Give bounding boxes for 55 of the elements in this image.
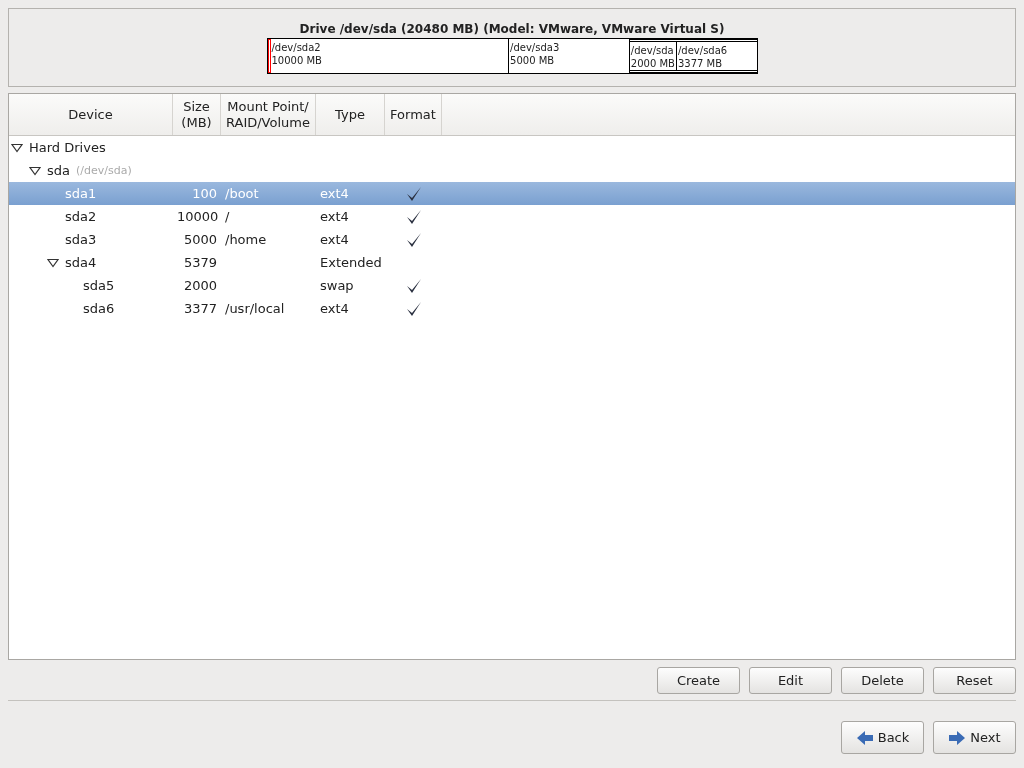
column-header[interactable]: Format	[385, 94, 442, 135]
type-cell: ext4	[320, 232, 349, 247]
right-arrow-icon	[948, 729, 967, 746]
tree-row[interactable]: sda2 10000 / ext4	[9, 205, 1015, 228]
tree-row[interactable]: sda6 3377 /usr/local ext4	[9, 297, 1015, 320]
device-name: sda3	[65, 232, 97, 247]
size-cell: 10000	[177, 209, 219, 224]
tree-row[interactable]: sda4 5379 Extended	[9, 251, 1015, 274]
expander-down-icon[interactable]	[47, 257, 59, 268]
left-arrow-icon	[855, 729, 874, 746]
tree-row[interactable]: sda5 2000 swap	[9, 274, 1015, 297]
tree-row[interactable]: Hard Drives	[9, 136, 1015, 159]
size-cell: 5379	[183, 255, 217, 270]
drive-title: Drive /dev/sda (20480 MB) (Model: VMware, VMware Virtual S)	[299, 21, 725, 36]
type-cell: Extended	[320, 255, 382, 270]
expander-down-icon[interactable]	[29, 165, 41, 176]
action-button[interactable]: Reset	[933, 667, 1016, 694]
partition-segment[interactable]: /dev/sda6 3377 MB	[676, 41, 757, 70]
mount-point-cell: /	[225, 209, 230, 224]
device-name: sda2	[65, 209, 97, 224]
column-header[interactable]: Mount Point/ RAID/Volume	[221, 94, 316, 135]
type-cell: ext4	[320, 209, 349, 224]
device-name: sda5	[83, 278, 115, 293]
device-name: sda4	[65, 255, 97, 270]
partition-segment[interactable]: /dev/sda2 10000 MB	[270, 38, 510, 73]
type-cell: ext4	[320, 186, 349, 201]
type-cell: swap	[320, 278, 354, 293]
partition-segment[interactable]: /dev/sda3 5000 MB	[509, 38, 630, 73]
column-header[interactable]: Size (MB)	[173, 94, 221, 135]
size-cell: 3377	[183, 301, 217, 316]
action-button[interactable]: Delete	[841, 667, 924, 694]
partition-segment[interactable]: /dev/sda 2000 MB	[629, 41, 677, 70]
device-name: sda	[47, 163, 70, 178]
mount-point-cell: /boot	[225, 186, 259, 201]
type-cell: ext4	[320, 301, 349, 316]
size-cell: 2000	[183, 278, 217, 293]
column-header[interactable]: Device	[9, 94, 173, 135]
size-cell: 100	[192, 186, 217, 201]
mount-point-cell: /usr/local	[225, 301, 285, 316]
column-header[interactable]: Type	[316, 94, 385, 135]
tree-row[interactable]: sda3 5000 /home ext4	[9, 228, 1015, 251]
device-name: sda1	[65, 186, 97, 201]
extended-partition-segment[interactable]: /dev/sda 2000 MB /dev/sda6 3377 MB	[629, 38, 757, 73]
device-name: sda6	[83, 301, 115, 316]
partition-segment[interactable]	[267, 38, 271, 73]
device-path: (/dev/sda)	[76, 164, 132, 177]
next-button[interactable]: Next	[933, 721, 1016, 754]
back-button[interactable]: Back	[841, 721, 924, 754]
mount-point-cell: /home	[225, 232, 267, 247]
tree-row[interactable]: sda (/dev/sda)	[9, 159, 1015, 182]
action-button[interactable]: Create	[657, 667, 740, 694]
device-name: Hard Drives	[29, 140, 106, 155]
size-cell: 5000	[183, 232, 217, 247]
action-button[interactable]: Edit	[749, 667, 832, 694]
expander-down-icon[interactable]	[11, 142, 23, 153]
